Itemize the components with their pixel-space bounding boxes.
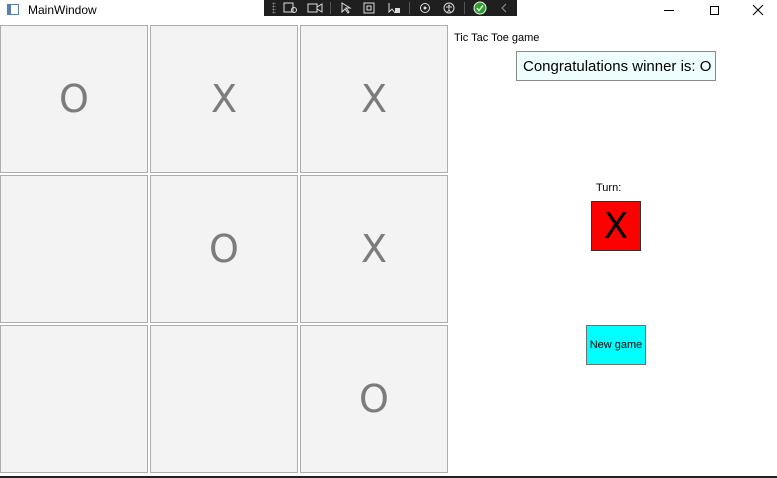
toolbar-separator [330,2,331,14]
minimize-button[interactable] [647,0,691,20]
board-cell-9[interactable]: O [300,325,448,473]
live-visual-tree-icon[interactable] [282,1,300,15]
toolbar-separator [409,2,410,14]
turn-label: Turn: [596,182,622,194]
new-game-button[interactable]: New game [586,325,646,365]
accessibility-icon[interactable] [440,1,458,15]
app-window-icon [7,4,19,15]
display-layout-adorners-icon[interactable] [361,1,379,15]
current-turn-indicator: X [591,201,641,251]
close-button[interactable] [736,0,777,20]
checkmark-status-icon[interactable] [471,1,489,15]
debug-toolbar [264,0,517,16]
toolbar-separator [464,2,465,14]
toolbar-grip-icon[interactable] [272,2,276,14]
board-cell-7[interactable] [0,325,148,473]
close-icon [752,4,764,16]
hot-reload-icon[interactable] [416,1,434,15]
maximize-icon [709,5,719,15]
board-cell-6[interactable]: X [300,175,448,323]
minimize-icon [664,9,674,11]
main-window: MainWindow O X X O X O Tic Tac Toe game … [0,0,777,478]
track-focused-element-icon[interactable] [385,1,403,15]
board-cell-5[interactable]: O [150,175,298,323]
app-heading: Tic Tac Toe game [454,32,540,44]
select-element-icon[interactable] [337,1,355,15]
board-cell-2[interactable]: X [150,25,298,173]
video-camera-icon[interactable] [306,1,324,15]
board-cell-8[interactable] [150,325,298,473]
maximize-button[interactable] [692,0,736,20]
winner-message: Congratulations winner is: O [516,51,716,81]
game-board: O X X O X O [0,25,450,475]
window-title: MainWindow [28,3,97,17]
board-cell-1[interactable]: O [0,25,148,173]
board-cell-3[interactable]: X [300,25,448,173]
collapse-toolbar-icon[interactable] [495,1,513,15]
board-cell-4[interactable] [0,175,148,323]
